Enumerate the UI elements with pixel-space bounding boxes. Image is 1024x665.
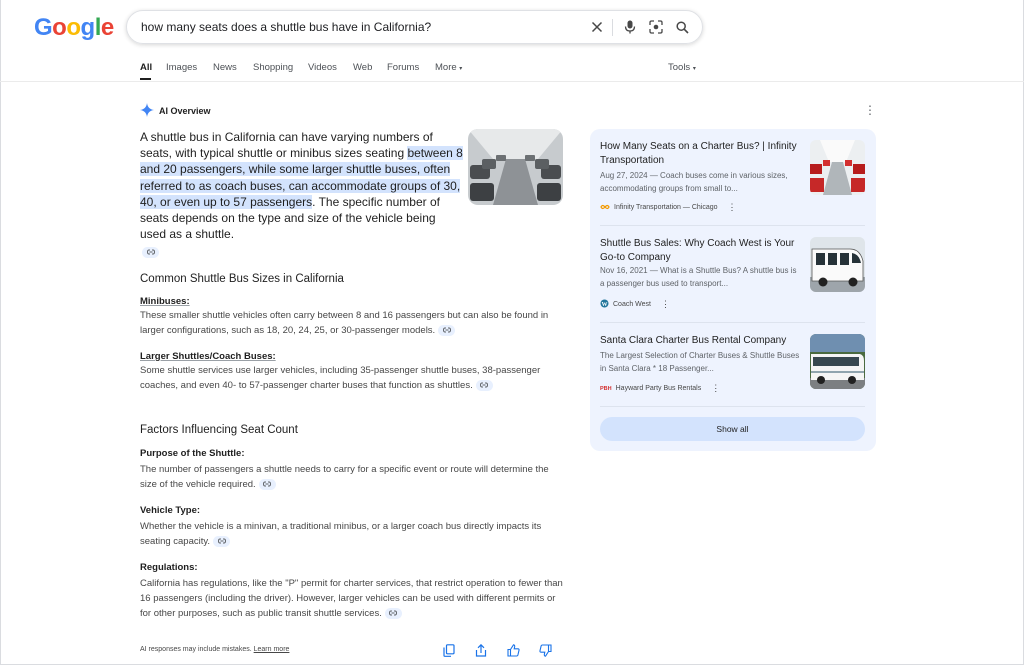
paragraph-text: These smaller shuttle vehicles often car… [140, 310, 549, 336]
disclaimer-text: AI responses may include mistakes. [140, 646, 252, 653]
svg-text:W: W [602, 302, 608, 308]
favicon-icon: PBH [600, 385, 612, 392]
source-card[interactable]: How Many Seats on a Charter Bus? | Infin… [600, 140, 865, 220]
larger-shuttles-heading: Larger Shuttles/Coach Buses: [140, 351, 276, 362]
source-card[interactable]: Shuttle Bus Sales: Why Coach West is You… [600, 237, 865, 317]
minibuses-text: These smaller shuttle vehicles often car… [140, 309, 565, 339]
intro-text: A shuttle bus in California can have var… [140, 130, 433, 161]
source-card[interactable]: Santa Clara Charter Bus Rental Company T… [600, 334, 865, 414]
more-options-icon[interactable]: ⋮ [864, 104, 876, 116]
search-divider [612, 19, 613, 36]
source-site[interactable]: W Coach West ⋮ [600, 299, 670, 310]
tab-web[interactable]: Web [353, 62, 372, 73]
purpose-text: The number of passengers a shuttle needs… [140, 463, 550, 493]
ai-intro-paragraph: A shuttle bus in California can have var… [140, 129, 464, 259]
source-title[interactable]: Shuttle Bus Sales: Why Coach West is You… [600, 237, 800, 264]
source-snippet: Aug 27, 2024 — Coach buses come in vario… [600, 171, 788, 193]
link-icon[interactable] [142, 246, 159, 258]
wordpress-icon: W [600, 299, 609, 310]
logo-letter: o [66, 14, 81, 41]
vehicle-type-heading: Vehicle Type: [140, 505, 201, 516]
source-site[interactable]: Infinity Transportation — Chicago ⋮ [600, 202, 737, 213]
active-tab-indicator [140, 78, 151, 80]
larger-shuttles-text: Some shuttle services use larger vehicle… [140, 364, 552, 394]
thumbs-up-icon[interactable] [506, 643, 520, 657]
ai-overview-title: AI Overview [159, 106, 211, 116]
source-site-name: Coach West [613, 301, 651, 308]
source-site[interactable]: PBH Hayward Party Bus Rentals ⋮ [600, 383, 720, 394]
regulations-heading: Regulations: [140, 562, 198, 573]
link-icon[interactable] [384, 607, 402, 619]
thumbs-down-icon[interactable] [538, 643, 552, 657]
tab-more[interactable]: More ▾ [435, 62, 462, 73]
microphone-icon[interactable] [621, 18, 639, 36]
link-icon[interactable] [438, 324, 456, 336]
logo-letter: o [52, 14, 67, 41]
tab-images[interactable]: Images [166, 62, 197, 73]
card-divider [600, 322, 865, 323]
purpose-heading: Purpose of the Shuttle: [140, 448, 245, 459]
minibuses-heading: Minibuses: [140, 296, 190, 307]
paragraph-text: California has regulations, like the "P"… [140, 578, 563, 619]
ai-disclaimer: AI responses may include mistakes. Learn… [140, 646, 289, 653]
source-site-name: Hayward Party Bus Rentals [615, 385, 702, 392]
clear-icon[interactable] [588, 18, 606, 36]
card-divider [600, 406, 865, 407]
regulations-text: California has regulations, like the "P"… [140, 577, 568, 621]
logo-letter: g [80, 14, 96, 41]
charter-bus-thumbnail[interactable] [810, 334, 865, 389]
paragraph-text: The number of passengers a shuttle needs… [140, 464, 549, 490]
header-divider [0, 81, 1024, 82]
vehicle-type-text: Whether the vehicle is a minivan, a trad… [140, 520, 550, 550]
caret-down-icon: ▾ [692, 66, 696, 72]
shuttle-bus-thumbnail[interactable] [810, 237, 865, 292]
more-options-icon[interactable]: ⋮ [711, 383, 720, 394]
source-snippet: The Largest Selection of Charter Buses &… [600, 351, 800, 373]
section-heading: Factors Influencing Seat Count [140, 424, 298, 436]
tab-shopping[interactable]: Shopping [253, 62, 293, 73]
source-site-name: Infinity Transportation — Chicago [614, 204, 718, 211]
learn-more-link[interactable]: Learn more [254, 646, 290, 653]
show-all-button[interactable]: Show all [600, 417, 865, 441]
copy-icon[interactable] [442, 643, 456, 657]
link-icon[interactable] [258, 478, 276, 490]
more-options-icon[interactable]: ⋮ [661, 299, 670, 310]
caret-down-icon: ▾ [459, 66, 463, 72]
tab-news[interactable]: News [213, 62, 237, 73]
paragraph-text: Whether the vehicle is a minivan, a trad… [140, 521, 542, 547]
section-heading: Common Shuttle Bus Sizes in California [140, 273, 344, 285]
more-options-icon[interactable]: ⋮ [728, 202, 737, 213]
card-divider [600, 225, 865, 226]
ai-overview-header: AI Overview [140, 103, 211, 119]
logo-letter: G [34, 14, 53, 41]
tools-button[interactable]: Tools ▾ [668, 62, 696, 73]
source-title[interactable]: Santa Clara Charter Bus Rental Company [600, 334, 800, 348]
share-icon[interactable] [474, 643, 488, 657]
bus-interior-image[interactable] [468, 129, 563, 205]
tab-more-label: More [435, 62, 457, 73]
source-title[interactable]: How Many Seats on a Charter Bus? | Infin… [600, 140, 800, 167]
sparkle-icon [140, 103, 154, 119]
tab-videos[interactable]: Videos [308, 62, 337, 73]
search-box[interactable]: how many seats does a shuttle bus have i… [126, 10, 703, 44]
sources-panel: How Many Seats on a Charter Bus? | Infin… [590, 129, 876, 451]
tools-label: Tools [668, 62, 691, 73]
link-icon[interactable] [213, 535, 231, 547]
logo-letter: e [100, 14, 114, 41]
camera-lens-icon[interactable] [647, 18, 665, 36]
google-logo[interactable]: Google [34, 14, 114, 42]
search-icon[interactable] [673, 18, 691, 36]
tab-forums[interactable]: Forums [387, 62, 419, 73]
tab-all[interactable]: All [140, 62, 152, 73]
bus-interior-thumbnail[interactable] [810, 140, 865, 195]
favicon-icon [600, 203, 610, 213]
source-snippet: Nov 16, 2021 — What is a Shuttle Bus? A … [600, 266, 797, 288]
link-icon[interactable] [475, 379, 493, 391]
search-input[interactable]: how many seats does a shuttle bus have i… [141, 20, 431, 34]
